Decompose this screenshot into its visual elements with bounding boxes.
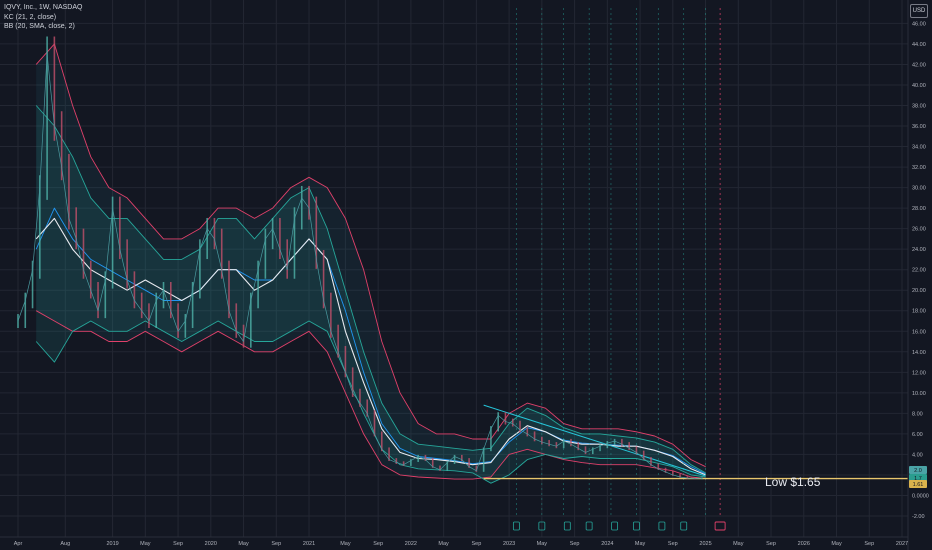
y-tick-label: -2.00 (912, 514, 925, 520)
price-tags: 2.01.71.61 (909, 465, 927, 488)
x-tick-label: Sep (864, 541, 874, 547)
x-tick-label: 2026 (798, 541, 810, 547)
y-tick-label: 12.00 (912, 370, 926, 376)
price-tag-label: 1.61 (913, 482, 924, 488)
price-chart[interactable]: 46.00 44.00 42.00 40.00 38.00 36.00 34.00 32.00… (0, 0, 932, 550)
x-tick-label: 2023 (503, 541, 515, 547)
x-tick-label: May (238, 541, 249, 547)
y-tick-label: 20.00 (912, 288, 926, 294)
y-tick-label: 24.00 (912, 247, 926, 253)
x-tick-label: May (140, 541, 151, 547)
x-tick-label: Sep (271, 541, 281, 547)
chart-legend: IQVY, Inc., 1W, NASDAQ KC (21, 2, close)… (4, 3, 82, 32)
y-tick-label: 36.00 (912, 124, 926, 130)
x-tick-label: Sep (570, 541, 580, 547)
x-tick-label: May (537, 541, 548, 547)
x-tick-label: Sep (471, 541, 481, 547)
x-tick-label: May (635, 541, 646, 547)
x-tick-label: 2019 (106, 541, 118, 547)
x-tick-label: Sep (766, 541, 776, 547)
y-tick-label: 14.00 (912, 350, 926, 356)
x-tick-label: 2024 (601, 541, 613, 547)
x-tick-label: Sep (668, 541, 678, 547)
x-tick-label: Apr (14, 541, 23, 547)
x-tick-label: May (340, 541, 351, 547)
x-tick-label: May (438, 541, 449, 547)
y-tick-label: 32.00 (912, 165, 926, 171)
y-tick-label: 0.0000 (912, 493, 929, 499)
y-tick-label: 42.00 (912, 62, 926, 68)
y-tick-label: 44.00 (912, 42, 926, 48)
currency-button[interactable]: USD (910, 4, 928, 18)
y-tick-label: 6.00 (912, 432, 923, 438)
y-tick-label: 46.00 (912, 21, 926, 27)
keltner-label[interactable]: KC (21, 2, close) (4, 13, 82, 23)
x-tick-label: 2022 (405, 541, 417, 547)
y-tick-label: 8.00 (912, 411, 923, 417)
y-tick-label: 34.00 (912, 145, 926, 151)
y-tick-label: 26.00 (912, 227, 926, 233)
price-tag-label: 2.0 (914, 468, 922, 474)
y-tick-label: 30.00 (912, 186, 926, 192)
bollinger-label[interactable]: BB (20, SMA, close, 2) (4, 22, 82, 32)
x-tick-label: Sep (373, 541, 383, 547)
y-tick-label: 38.00 (912, 103, 926, 109)
x-tick-label: 2021 (303, 541, 315, 547)
y-tick-label: 22.00 (912, 268, 926, 274)
x-tick-label: Sep (173, 541, 183, 547)
y-tick-label: 18.00 (912, 309, 926, 315)
x-tick-label: 2025 (699, 541, 711, 547)
x-tick-label: May (733, 541, 744, 547)
x-tick-label: Aug (60, 541, 70, 547)
y-tick-label: 16.00 (912, 329, 926, 335)
low-annotation: Low $1.65 (765, 475, 821, 489)
y-tick-label: 4.00 (912, 452, 923, 458)
y-tick-label: 40.00 (912, 83, 926, 89)
symbol-title[interactable]: IQVY, Inc., 1W, NASDAQ (4, 3, 82, 13)
x-tick-label: May (831, 541, 842, 547)
y-tick-label: 28.00 (912, 206, 926, 212)
y-tick-label: 10.00 (912, 391, 926, 397)
x-tick-label: 2020 (205, 541, 217, 547)
x-tick-label: 2027 (896, 541, 908, 547)
